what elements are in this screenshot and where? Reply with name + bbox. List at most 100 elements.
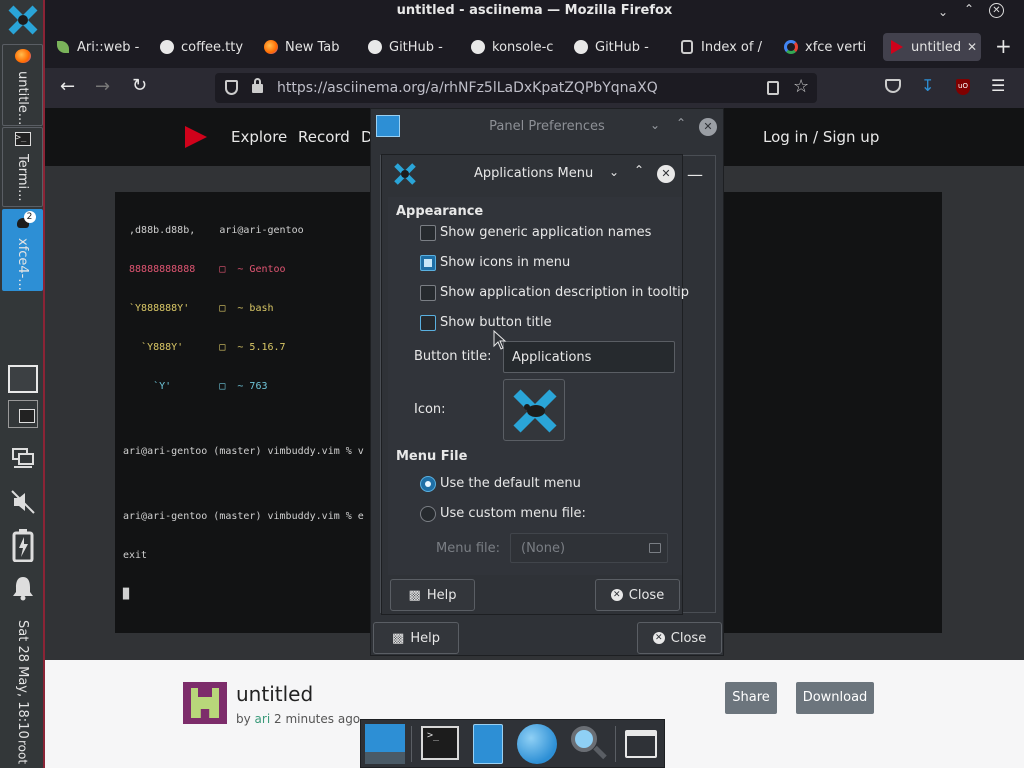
nav-record[interactable]: Record <box>298 128 350 146</box>
volume-muted-icon[interactable] <box>2 484 43 520</box>
generic-names-label[interactable]: Show generic application names <box>440 225 651 240</box>
network-icon[interactable] <box>2 440 43 476</box>
workspace-1-icon[interactable] <box>2 363 43 395</box>
taskbar-item-firefox[interactable]: untitle... <box>2 44 43 126</box>
show-button-title-checkbox[interactable] <box>420 315 436 331</box>
tab-ari-web[interactable]: Ari::web - <box>55 33 145 61</box>
show-desktop-icon[interactable] <box>365 724 405 764</box>
tab-index-of[interactable]: Index of / <box>679 33 765 61</box>
menu-file-label: Menu file: <box>436 541 501 556</box>
taskbar-item-label: untitle... <box>15 70 30 125</box>
url-bar[interactable]: https://asciinema.org/a/rhNFz5lLaDxKpatZ… <box>215 73 817 103</box>
github-icon <box>367 39 383 55</box>
taskbar-item-xfce4-settings[interactable]: 2 xfce4-... <box>2 209 43 291</box>
minimize-icon[interactable]: ⌄ <box>938 5 948 19</box>
generic-names-checkbox[interactable] <box>420 225 436 241</box>
custom-menu-radio[interactable] <box>420 506 436 522</box>
asciinema-logo-icon[interactable] <box>185 126 207 148</box>
battery-charging-icon[interactable] <box>2 526 43 564</box>
bookmark-star-icon[interactable]: ☆ <box>793 76 809 97</box>
maximize-icon[interactable]: ⌃ <box>634 163 644 177</box>
show-button-title-label[interactable]: Show button title <box>440 315 552 330</box>
prefs-close-button[interactable]: ✕ Close <box>637 622 722 654</box>
tab-bar: Ari::web - coffee.tty New Tab GitHub - k… <box>45 26 1024 68</box>
show-icons-checkbox[interactable] <box>420 255 436 271</box>
nav-explore[interactable]: Explore <box>231 128 287 146</box>
hamburger-menu-icon[interactable]: ☰ <box>991 76 1005 95</box>
user-label: root <box>15 740 30 765</box>
icon-label: Icon: <box>414 402 446 417</box>
remove-item-icon[interactable]: — <box>687 165 703 184</box>
google-icon <box>783 39 799 55</box>
prefs-help-button[interactable]: ▩ Help <box>373 622 459 654</box>
pocket-icon[interactable] <box>885 79 901 93</box>
button-title-input[interactable]: Applications <box>503 341 675 373</box>
login-signup-link[interactable]: Log in / Sign up <box>763 128 879 146</box>
terminal-icon[interactable]: >_ <box>421 726 459 760</box>
reader-view-icon[interactable] <box>767 81 779 95</box>
tab-xfce-vertical[interactable]: xfce verti <box>783 33 869 61</box>
tab-untitled-active[interactable]: untitled ✕ <box>883 33 981 61</box>
leaf-icon <box>55 39 71 55</box>
dock-separator <box>411 726 412 762</box>
folder-icon[interactable] <box>625 730 657 758</box>
dock-separator <box>615 726 616 762</box>
close-window-icon[interactable]: ✕ <box>989 3 1004 18</box>
firefox-icon <box>14 49 31 63</box>
forward-icon[interactable]: → <box>95 76 110 97</box>
show-icons-label[interactable]: Show icons in menu <box>440 255 570 270</box>
taskbar-item-terminal[interactable]: >_ Termi... <box>2 127 43 207</box>
web-browser-icon[interactable] <box>517 724 557 764</box>
file-manager-icon[interactable] <box>473 724 503 764</box>
tab-coffee-tty[interactable]: coffee.tty <box>159 33 247 61</box>
close-dialog-icon[interactable]: ✕ <box>699 118 717 136</box>
default-menu-radio[interactable] <box>420 476 436 492</box>
help-icon: ▩ <box>408 587 421 603</box>
back-icon[interactable]: ← <box>60 76 75 97</box>
author-avatar[interactable] <box>183 682 227 724</box>
tab-konsole[interactable]: konsole-c <box>470 33 554 61</box>
close-tab-icon[interactable]: ✕ <box>967 40 977 54</box>
tab-github-1[interactable]: GitHub - <box>367 33 452 61</box>
folder-icon <box>649 543 661 553</box>
app-finder-icon[interactable] <box>569 724 607 762</box>
tab-github-2[interactable]: GitHub - <box>573 33 658 61</box>
bottom-dock: >_ <box>360 719 665 768</box>
new-tab-button[interactable]: + <box>995 34 1012 58</box>
close-circle-icon: ✕ <box>610 589 623 601</box>
maximize-icon[interactable]: ⌃ <box>964 2 974 16</box>
menu-close-button[interactable]: ✕ Close <box>595 579 680 611</box>
tab-new-tab[interactable]: New Tab <box>263 33 353 61</box>
share-button[interactable]: Share <box>725 682 777 714</box>
ublock-icon[interactable]: uO <box>956 79 970 95</box>
minimize-icon[interactable]: ⌄ <box>650 118 660 132</box>
shield-icon[interactable] <box>225 80 238 95</box>
menu-help-button[interactable]: ▩ Help <box>390 579 475 611</box>
workspace-2-icon[interactable] <box>2 398 43 430</box>
url-text[interactable]: https://asciinema.org/a/rhNFz5lLaDxKpatZ… <box>277 80 658 96</box>
minimize-icon[interactable]: ⌄ <box>609 165 619 179</box>
reload-icon[interactable]: ↻ <box>132 75 147 96</box>
window-count-badge: 2 <box>23 211 36 223</box>
close-dialog-icon[interactable]: ✕ <box>657 165 675 183</box>
maximize-icon[interactable]: ⌃ <box>676 116 686 130</box>
taskbar-item-label: xfce4-... <box>15 238 30 291</box>
xfce-logo-icon <box>394 163 416 189</box>
terminal-icon: >_ <box>14 132 31 146</box>
window-title: untitled - asciinema — Mozilla Firefox <box>396 3 673 18</box>
icon-picker-button[interactable] <box>503 379 565 441</box>
xfce-panel: untitle... >_ Termi... 2 xfce4-... Sat 2… <box>0 0 45 768</box>
xfce-menu-icon[interactable] <box>2 2 43 38</box>
download-button[interactable]: Download <box>796 682 874 714</box>
downloads-icon[interactable]: ↧ <box>921 76 934 95</box>
author-link[interactable]: ari <box>255 712 271 726</box>
custom-menu-label[interactable]: Use custom menu file: <box>440 506 586 521</box>
xfce-logo-icon <box>513 389 557 433</box>
description-tooltip-label[interactable]: Show application description in tooltip <box>440 285 689 300</box>
default-menu-label[interactable]: Use the default menu <box>440 476 581 491</box>
github-icon <box>470 39 486 55</box>
notification-bell-icon[interactable] <box>2 570 43 606</box>
description-tooltip-checkbox[interactable] <box>420 285 436 301</box>
asciinema-icon <box>889 39 905 55</box>
applications-menu-dialog: Applications Menu ⌄ ⌃ ✕ Appearance Show … <box>381 154 689 615</box>
